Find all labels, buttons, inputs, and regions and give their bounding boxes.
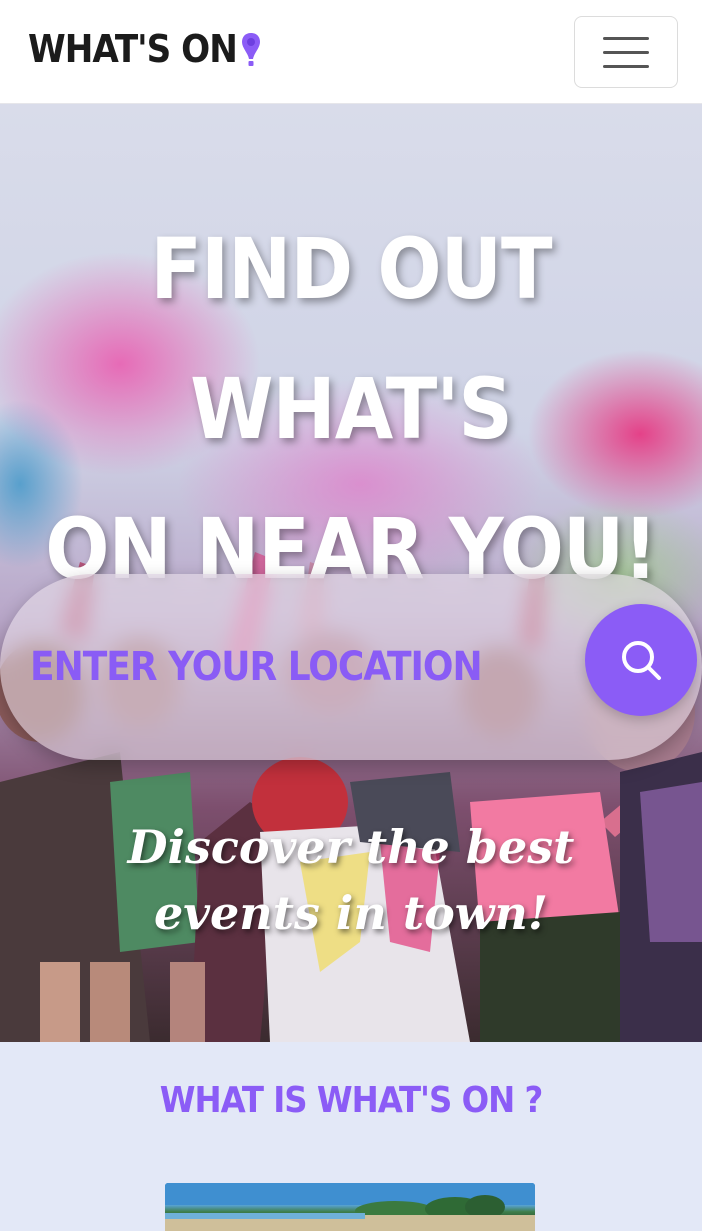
menu-line <box>603 64 649 68</box>
hero-tagline: Discover the best events in town! <box>127 820 575 940</box>
about-title: WHAT IS WHAT'S ON ? <box>159 1080 544 1121</box>
logo-text: WHAT'S ON <box>28 27 238 71</box>
beach-photo <box>165 1183 535 1231</box>
hamburger-menu-icon[interactable] <box>574 16 678 88</box>
about-section: WHAT IS WHAT'S ON ? <box>0 1042 702 1231</box>
hero-title: FIND OUT WHAT'S ON NEAR YOU! <box>0 199 702 619</box>
menu-line <box>603 50 649 54</box>
location-input[interactable] <box>30 634 550 700</box>
menu-line <box>603 36 649 40</box>
logo[interactable]: WHAT'S ON <box>28 30 262 68</box>
search-button[interactable] <box>585 604 697 716</box>
map-pin-icon <box>240 31 262 67</box>
hero-banner: FIND OUT WHAT'S ON NEAR YOU! Discover th… <box>0 104 702 1042</box>
about-image <box>165 1183 535 1231</box>
search-icon <box>622 641 661 680</box>
hero-title-line1: FIND OUT WHAT'S <box>150 220 552 458</box>
top-navbar: WHAT'S ON <box>0 0 702 104</box>
